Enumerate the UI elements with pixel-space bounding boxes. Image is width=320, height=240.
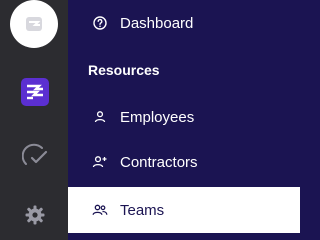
analytics-button[interactable] <box>21 142 50 170</box>
question-circle-icon <box>92 15 108 31</box>
menu-item-employees[interactable]: Employees <box>68 94 300 140</box>
settings-button[interactable] <box>24 204 46 226</box>
menu-item-teams[interactable]: Teams <box>68 187 300 233</box>
menu-item-label: Contractors <box>120 153 198 171</box>
people-icon <box>92 202 108 218</box>
check-gauge-icon <box>21 143 48 165</box>
icon-rail <box>0 0 68 240</box>
app-switcher-button[interactable] <box>21 78 49 106</box>
workspace-avatar[interactable] <box>10 0 58 48</box>
menu-item-label: Employees <box>120 108 195 126</box>
menu-item-label: Teams <box>120 201 165 219</box>
menu-item-label: Dashboard <box>120 14 194 32</box>
avatar-logo-icon <box>26 17 42 31</box>
app-layers-icon <box>27 84 43 100</box>
gear-icon <box>25 205 45 225</box>
menu-item-dashboard[interactable]: Dashboard <box>68 0 300 46</box>
person-icon <box>92 109 108 125</box>
person-plus-icon <box>92 154 108 170</box>
app-shell: Dashboard Resources Employees Contractor… <box>0 0 300 240</box>
side-menu: Dashboard Resources Employees Contractor… <box>68 0 300 240</box>
section-title-resources: Resources <box>88 62 160 78</box>
menu-item-contractors[interactable]: Contractors <box>68 139 300 185</box>
